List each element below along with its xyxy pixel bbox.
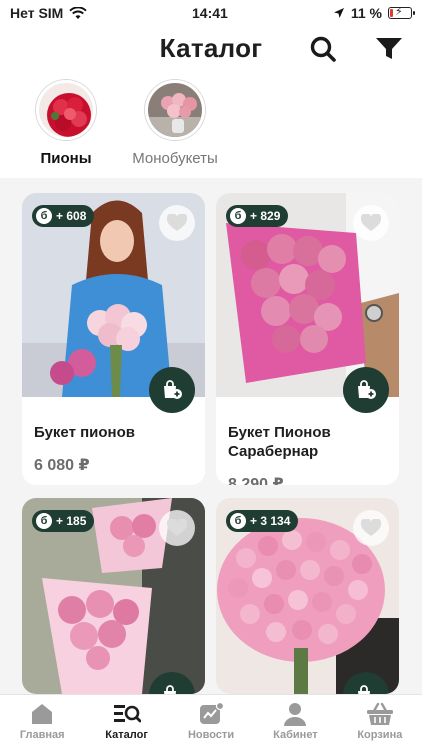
favorite-button[interactable] [353, 205, 389, 241]
category-strip: Пионы Монобукеты [0, 70, 422, 178]
product-card[interactable]: б + 3 134 [216, 498, 399, 694]
battery-icon: ⚡ [388, 6, 415, 19]
category-peonies[interactable]: Пионы [11, 80, 121, 167]
product-card[interactable]: б + 608 Букет пионов 6 080 ₽ [22, 193, 205, 485]
bonus-badge: б + 608 [32, 205, 95, 227]
bonus-icon: б [36, 513, 52, 529]
favorite-button[interactable] [159, 510, 195, 546]
add-to-cart-icon [164, 380, 182, 399]
header: Каталог [0, 26, 422, 70]
product-price: 6 080 ₽ [34, 457, 90, 474]
product-card[interactable]: б + 185 [22, 498, 205, 694]
tab-catalog[interactable]: Каталог [84, 695, 168, 750]
location-arrow-icon [333, 8, 344, 18]
news-icon [200, 702, 225, 724]
search-button[interactable] [308, 34, 338, 64]
product-price: 8 290 ₽ [228, 476, 284, 485]
product-name: Букет Пионов Сарабернар [228, 424, 331, 460]
profile-icon [284, 703, 307, 726]
status-right: 11 % ⚡ [333, 5, 415, 21]
tab-basket[interactable]: Корзина [338, 695, 422, 750]
catalog-icon [113, 705, 141, 723]
tab-news-label: Новости [187, 729, 235, 741]
favorite-button[interactable] [353, 510, 389, 546]
bonus-icon: б [36, 208, 52, 224]
home-icon [32, 704, 53, 724]
clock: 14:41 [192, 5, 228, 21]
heart-icon [167, 214, 187, 231]
bonus-icon: б [230, 513, 246, 529]
category-monobouquets-image [145, 80, 205, 140]
status-left: Нет SIM [10, 5, 88, 21]
bonus-icon: б [230, 208, 246, 224]
search-icon [310, 36, 336, 62]
carrier-label: Нет SIM [10, 5, 64, 21]
wifi-icon [69, 6, 88, 19]
tab-home[interactable]: Главная [0, 695, 84, 750]
tab-basket-label: Корзина [357, 729, 403, 741]
tab-home-label: Главная [19, 729, 65, 741]
bonus-value: + 608 [56, 209, 87, 223]
add-to-cart-button[interactable] [343, 367, 389, 413]
filter-button[interactable] [374, 34, 404, 64]
bottom-tab-bar: Главная Каталог Новости Кабинет Корзина [0, 694, 422, 750]
add-to-cart-icon [358, 685, 370, 694]
heart-icon [167, 519, 187, 536]
category-peonies-image [36, 80, 96, 140]
bonus-badge: б + 185 [32, 510, 95, 532]
product-name: Букет пионов [34, 424, 135, 441]
status-bar: Нет SIM 14:41 11 % ⚡ [0, 0, 422, 26]
battery-percent: 11 % [350, 5, 382, 21]
bonus-value: + 829 [250, 209, 281, 223]
favorite-button[interactable] [159, 205, 195, 241]
basket-icon [366, 702, 393, 725]
bonus-badge: б + 829 [226, 205, 289, 227]
product-grid: б + 608 Букет пионов 6 080 ₽ б + 829 Бук… [0, 178, 422, 694]
add-to-cart-button[interactable] [149, 367, 195, 413]
bonus-badge: б + 3 134 [226, 510, 299, 532]
page-title: Каталог [159, 32, 263, 63]
add-to-cart-icon [358, 380, 376, 399]
product-card[interactable]: б + 829 Букет Пионов Сарабернар 8 290 ₽ [216, 193, 399, 485]
heart-icon [361, 519, 381, 536]
bonus-value: + 3 134 [250, 514, 291, 528]
category-monobouquets[interactable]: Монобукеты [120, 80, 230, 167]
add-to-cart-icon [164, 685, 176, 694]
bonus-value: + 185 [56, 514, 87, 528]
tab-catalog-label: Каталог [105, 729, 148, 741]
heart-icon [361, 214, 381, 231]
category-monobouquets-label: Монобукеты [132, 150, 218, 167]
tab-news[interactable]: Новости [169, 695, 253, 750]
category-peonies-label: Пионы [40, 150, 92, 167]
tab-account[interactable]: Кабинет [253, 695, 337, 750]
tab-account-label: Кабинет [273, 729, 318, 741]
filter-icon [376, 38, 402, 59]
